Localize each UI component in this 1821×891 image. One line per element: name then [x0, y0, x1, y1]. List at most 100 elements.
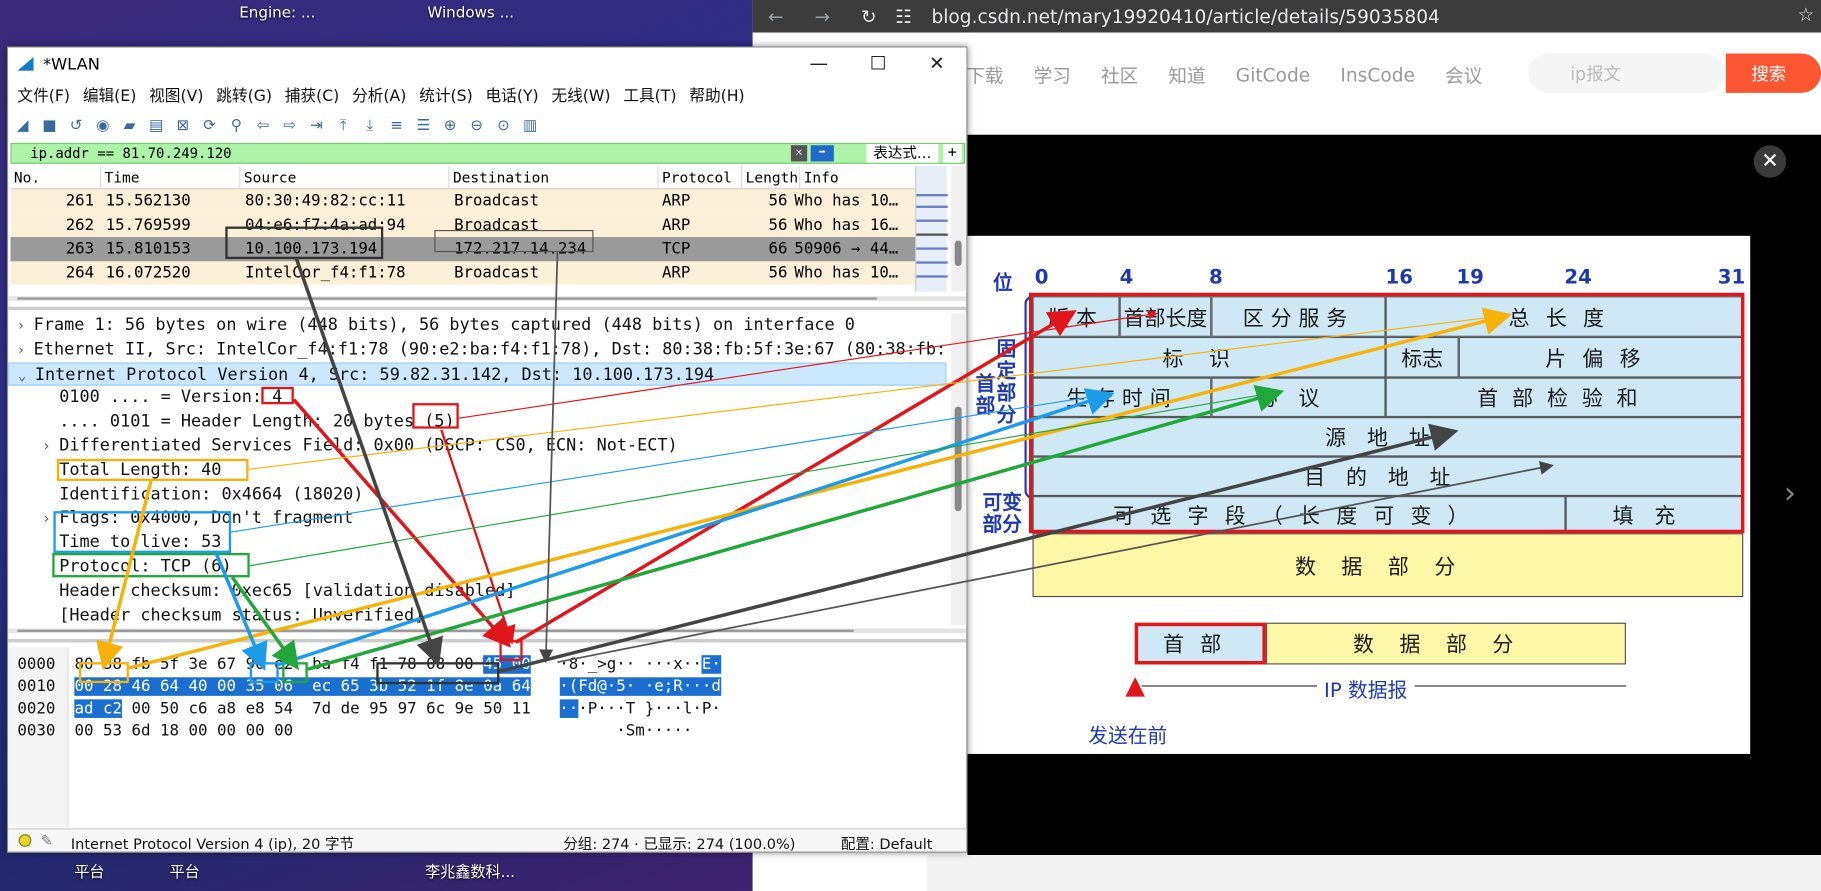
collapse-icon[interactable]: ⌄	[9, 363, 35, 387]
packet-list-hscroll[interactable]	[8, 296, 967, 301]
maximize-icon[interactable]: ☐	[870, 52, 887, 74]
column-header[interactable]: Destination	[449, 166, 659, 189]
find-icon[interactable]: ⚲	[226, 116, 246, 136]
detail-row[interactable]: 0100 .... = Version: 4	[8, 386, 946, 410]
nav-item[interactable]: 社区	[1101, 60, 1138, 88]
filter-text[interactable]: ip.addr == 81.70.249.120	[30, 145, 231, 161]
bookmark-star-icon[interactable]: ☆	[1797, 3, 1814, 25]
packet-row[interactable]: 264 16.072520 IntelCor_f4:f1:78 Broadcas…	[10, 260, 946, 285]
go-forward-icon[interactable]: ⇨	[280, 116, 300, 136]
zoom-out-icon[interactable]: ⊖	[467, 116, 487, 136]
nav-item[interactable]: GitCode	[1236, 63, 1310, 85]
menu-help[interactable]: 帮助(H)	[689, 82, 744, 108]
next-image-icon[interactable]: ›	[1784, 476, 1796, 511]
nav-item[interactable]: InsCode	[1340, 63, 1415, 85]
close-icon[interactable]: ✕	[1753, 145, 1787, 178]
menu-tools[interactable]: 工具(T)	[623, 82, 676, 108]
expand-icon[interactable]: ›	[34, 507, 60, 531]
autoscroll-icon[interactable]: ≡	[387, 116, 407, 136]
packet-row[interactable]: 262 15.769599 04:e6:f7:4a:ad:94 Broadcas…	[10, 213, 946, 237]
close-window-icon[interactable]: ✕	[929, 52, 945, 74]
pane-splitter[interactable]	[8, 638, 967, 643]
capture-options-icon[interactable]: ◉	[93, 116, 113, 136]
menu-view[interactable]: 视图(V)	[149, 82, 203, 108]
column-header[interactable]: No.	[10, 166, 102, 189]
go-back-icon[interactable]: ⇦	[253, 116, 273, 136]
packet-minimap[interactable]	[915, 166, 948, 292]
back-icon[interactable]: ←	[753, 5, 799, 27]
detail-row[interactable]: Time to live: 53	[8, 531, 946, 555]
site-info-icon[interactable]: ☷	[892, 5, 915, 27]
search-input[interactable]: ip报文	[1528, 53, 1724, 93]
go-to-packet-icon[interactable]: ⇥	[307, 116, 327, 136]
status-profile[interactable]: 配置: Default	[841, 832, 933, 854]
detail-row[interactable]: › Flags: 0x4000, Don't fragment	[8, 507, 946, 531]
reload-icon[interactable]: ↻	[845, 5, 891, 27]
add-filter-button[interactable]: +	[943, 144, 962, 163]
capture-status-icon[interactable]	[18, 834, 32, 847]
reload-file-icon[interactable]: ⟳	[200, 116, 220, 136]
nav-item[interactable]: 知道	[1168, 60, 1205, 88]
colorize-icon[interactable]: ☰	[413, 116, 433, 136]
bytes-row[interactable]: 0000 80 38 fb 5f 3e 67 90 e2 ba f4 f1 78…	[17, 654, 721, 676]
nav-item[interactable]: 会议	[1445, 60, 1482, 88]
edit-comment-icon[interactable]: ✎	[41, 832, 53, 849]
detail-row[interactable]: [Header checksum status: Unverified]	[8, 604, 946, 625]
desktop-label[interactable]: 平台	[74, 860, 104, 881]
display-filter-input[interactable]: ip.addr == 81.70.249.120 ✕ ➡ 表达式… +	[10, 142, 966, 164]
menu-wireless[interactable]: 无线(W)	[551, 82, 610, 108]
detail-row[interactable]: Identification: 0x4664 (18020)	[8, 483, 946, 507]
details-hscroll[interactable]	[8, 628, 967, 634]
apply-filter-icon[interactable]: ➡	[810, 145, 834, 162]
packet-row-selected[interactable]: 263 15.810153 10.100.173.194 172.217.14.…	[10, 236, 946, 261]
url-text[interactable]: blog.csdn.net/mary19920410/article/detai…	[931, 5, 1439, 27]
bytes-row[interactable]: 0020 ad c2 00 50 c6 a8 e8 54 7d de 95 97…	[17, 698, 721, 720]
clear-filter-icon[interactable]: ✕	[790, 145, 808, 162]
detail-row[interactable]: .... 0101 = Header Length: 20 bytes (5)	[8, 410, 946, 434]
restart-capture-icon[interactable]: ↺	[66, 116, 86, 136]
packet-row[interactable]: 261 15.562130 80:30:49:82:cc:11 Broadcas…	[10, 189, 946, 214]
column-header[interactable]: Time	[101, 166, 241, 189]
close-file-icon[interactable]: ⊠	[173, 116, 193, 136]
detail-row[interactable]: Total Length: 40	[8, 459, 946, 483]
detail-row[interactable]: › Ethernet II, Src: IntelCor_f4:f1:78 (90…	[8, 338, 947, 362]
menu-telephony[interactable]: 电话(Y)	[486, 82, 539, 108]
menu-edit[interactable]: 编辑(E)	[83, 82, 137, 108]
detail-row[interactable]: Header checksum: 0xec65 [validation disa…	[8, 579, 946, 603]
stop-capture-icon[interactable]: ■	[39, 116, 59, 136]
file-icon[interactable]: ▤	[146, 116, 166, 136]
menu-statistics[interactable]: 统计(S)	[419, 82, 473, 108]
detail-row[interactable]: › Frame 1: 56 bytes on wire (448 bits), 5…	[8, 314, 946, 338]
desktop-label[interactable]: Engine: ...	[239, 5, 315, 22]
nav-item[interactable]: 学习	[1034, 60, 1071, 88]
menu-go[interactable]: 跳转(G)	[216, 82, 272, 108]
column-header[interactable]: Info	[800, 166, 916, 188]
column-header[interactable]: Source	[240, 166, 450, 189]
menu-capture[interactable]: 捕获(C)	[285, 82, 340, 108]
filter-expression-button[interactable]: 表达式…	[866, 144, 939, 163]
details-scrollbar[interactable]	[951, 313, 967, 625]
packet-list-scrollbar[interactable]	[951, 166, 967, 292]
zoom-in-icon[interactable]: ⊕	[440, 116, 460, 136]
nav-item[interactable]: 下载	[966, 60, 1003, 88]
bytes-row[interactable]: 0030 00 53 6d 18 00 00 00 00 ·Sm·····	[17, 720, 692, 742]
column-header[interactable]: Length	[742, 166, 801, 189]
start-capture-icon[interactable]: ◢	[13, 116, 33, 136]
desktop-label[interactable]: Windows ...	[427, 5, 514, 22]
detail-row[interactable]: › Differentiated Services Field: 0x00 (DS…	[8, 434, 946, 458]
detail-row-selected[interactable]: ⌄ Internet Protocol Version 4, Src: 59.82…	[8, 361, 947, 387]
last-packet-icon[interactable]: ⤓	[360, 116, 380, 136]
expand-icon[interactable]: ›	[8, 314, 34, 338]
search-button[interactable]: 搜索	[1725, 53, 1821, 93]
desktop-label[interactable]: 平台	[170, 860, 200, 881]
expand-icon[interactable]: ›	[8, 338, 34, 362]
open-file-icon[interactable]: ▰	[120, 116, 140, 136]
pane-splitter[interactable]	[8, 306, 967, 311]
bytes-row[interactable]: 0010 00 28 46 64 40 00 35 06 ec 65 3b 52…	[17, 676, 721, 698]
desktop-label[interactable]: 李兆鑫数科...	[425, 860, 515, 881]
detail-row[interactable]: Protocol: TCP (6)	[8, 555, 946, 579]
forward-icon[interactable]: →	[799, 5, 845, 27]
expand-icon[interactable]: ›	[34, 434, 60, 458]
resize-columns-icon[interactable]: ▥	[520, 116, 540, 136]
menu-analyze[interactable]: 分析(A)	[352, 82, 406, 108]
